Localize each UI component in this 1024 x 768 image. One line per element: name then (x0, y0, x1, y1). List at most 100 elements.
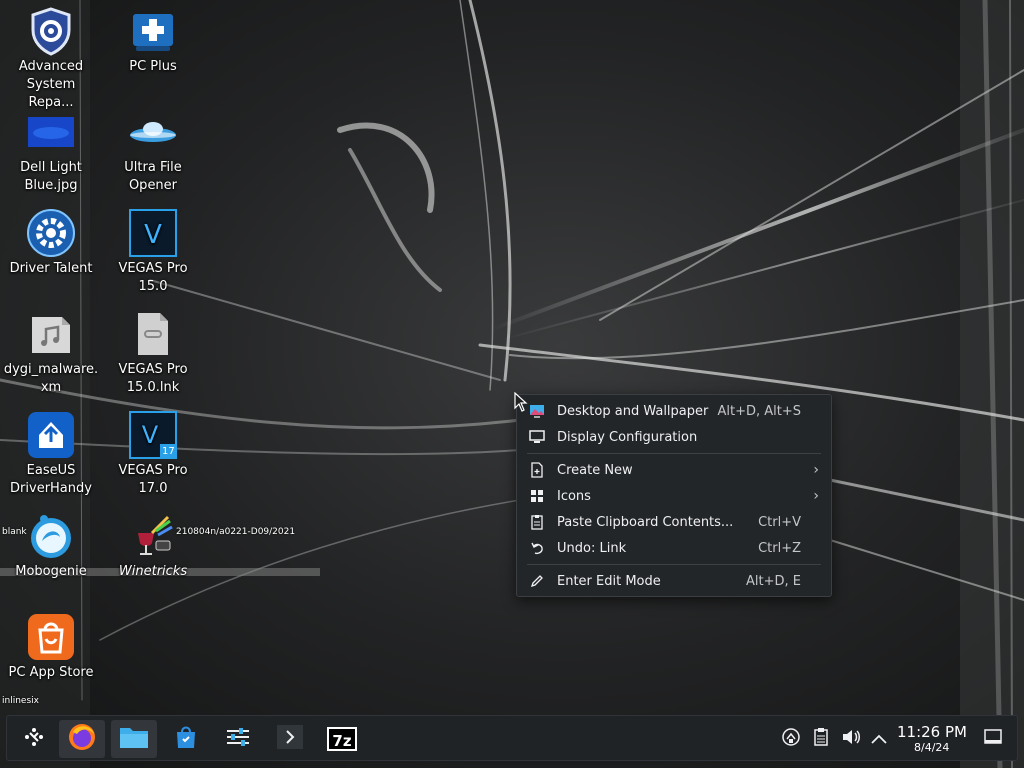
desktop-icon-pc-app-store[interactable]: PC App Store (1, 612, 101, 682)
desktop-icon-label: VEGAS Pro 15.0 (118, 261, 188, 294)
menu-item-label: Enter Edit Mode (557, 573, 661, 589)
desktop-icon-label: Dell Light Blue.jpg (20, 160, 82, 193)
show-desktop-button[interactable] (983, 729, 1003, 749)
new-document-icon (529, 462, 545, 478)
audio-file-icon (26, 309, 76, 359)
menu-item-desktop-and-wallpaper[interactable]: Desktop and Wallpaper Alt+D, Alt+S (521, 398, 827, 424)
menu-item-enter-edit-mode[interactable]: Enter Edit Mode Alt+D, E (521, 568, 827, 594)
taskbar-discover[interactable] (163, 720, 209, 758)
clock-date[interactable]: 8/4/24 (914, 741, 949, 754)
desktop-icon-vegas-pro-15-lnk[interactable]: VEGAS Pro 15.0.lnk (103, 309, 203, 397)
menu-item-label: Icons (557, 488, 591, 504)
stray-text-blank: blank (2, 527, 27, 537)
desktop-icon-pc-plus[interactable]: PC Plus (103, 6, 203, 76)
menu-item-shortcut: Ctrl+Z (758, 540, 801, 556)
vegas-icon: V (128, 208, 178, 258)
mouse-cursor-icon (514, 392, 528, 412)
taskbar-panel: 7z 11:26 PM 8/4/24 (6, 715, 1018, 761)
desktop-icon-label: VEGAS Pro 17.0 (118, 463, 188, 496)
desktop-icon-label: Mobogenie (15, 564, 87, 579)
menu-item-shortcut: Alt+D, Alt+S (717, 403, 801, 419)
link-file-icon (128, 309, 178, 359)
desktop-icon-vegas-pro-17[interactable]: V 17 VEGAS Pro 17.0 (103, 410, 203, 498)
wallpaper-icon (529, 403, 545, 419)
desktop-icon-label: PC App Store (8, 665, 94, 680)
folder-icon (119, 725, 149, 753)
desktop-icon-label: dygi_malware.xm (3, 362, 99, 395)
menu-item-label: Desktop and Wallpaper (557, 403, 709, 419)
menu-item-icons[interactable]: Icons › (521, 483, 827, 509)
sliders-icon (225, 726, 251, 752)
stray-text-winetricks-path: 210804n/a0221-D09/2021 (176, 527, 296, 537)
desktop-icon-ultra-file-opener[interactable]: Ultra File Opener (103, 107, 203, 195)
image-file-icon (26, 107, 76, 157)
desktop-icon-label: Advanced System Repa... (18, 59, 84, 110)
pencil-icon (529, 573, 545, 589)
menu-item-label: Display Configuration (557, 429, 698, 445)
svg-text:V: V (142, 421, 159, 449)
desktop-icon-easeus-driverhandy[interactable]: EaseUS DriverHandy (1, 410, 101, 498)
tray-volume[interactable] (841, 729, 861, 749)
desktop-icon-winetricks[interactable]: Winetricks (103, 511, 203, 581)
menu-item-shortcut: Ctrl+V (758, 514, 801, 530)
clipboard-icon (529, 514, 545, 530)
menu-item-shortcut: Alt+D, E (746, 573, 801, 589)
desktop-icon-label: Driver Talent (9, 261, 93, 276)
gear-icon (26, 208, 76, 258)
submenu-arrow-icon: › (813, 462, 819, 478)
menu-item-label: Create New (557, 462, 633, 478)
desktop-icon-label: PC Plus (129, 59, 177, 74)
desktop-icon-dygi-malware[interactable]: dygi_malware.xm (1, 309, 101, 397)
chevron-right-icon (276, 724, 304, 754)
shield-gear-icon (26, 6, 76, 56)
shopping-bag-icon (26, 612, 76, 662)
menu-item-display-configuration[interactable]: Display Configuration (521, 424, 827, 450)
tray-expand[interactable] (869, 729, 889, 749)
chevron-up-icon (870, 730, 888, 749)
volume-icon (841, 728, 861, 750)
winetricks-icon (128, 511, 178, 561)
firefox-icon (67, 722, 97, 756)
vegas17-icon: V 17 (128, 410, 178, 460)
desktop-icon-dell-light-blue[interactable]: Dell Light Blue.jpg (1, 107, 101, 195)
menu-separator (527, 453, 821, 454)
desktop-context-menu: Desktop and Wallpaper Alt+D, Alt+S Displ… (516, 394, 832, 597)
taskbar-7zip[interactable]: 7z (319, 720, 365, 758)
pc-plus-icon (128, 6, 178, 56)
clock-time[interactable]: 11:26 PM (897, 723, 967, 741)
desktop-icon-vegas-pro-15[interactable]: V VEGAS Pro 15.0 (103, 208, 203, 296)
display-icon (529, 429, 545, 445)
desktop-icon-advanced-system-repair[interactable]: Advanced System Repa... (1, 6, 101, 112)
store-bag-icon (173, 724, 199, 754)
menu-item-undo-link[interactable]: Undo: Link Ctrl+Z (521, 535, 827, 561)
menu-separator (527, 564, 821, 565)
submenu-arrow-icon: › (813, 488, 819, 504)
stray-text-inlinesix: inlinesix (2, 696, 39, 706)
desktop-icon-label: VEGAS Pro 15.0.lnk (118, 362, 188, 395)
taskbar-system-settings[interactable] (215, 720, 261, 758)
show-desktop-icon (984, 729, 1002, 749)
easeus-icon (26, 410, 76, 460)
menu-item-create-new[interactable]: Create New › (521, 457, 827, 483)
menu-item-paste-clipboard-contents[interactable]: Paste Clipboard Contents... Ctrl+V (521, 509, 827, 535)
taskbar-firefox[interactable] (59, 720, 105, 758)
desktop-icon-driver-talent[interactable]: Driver Talent (1, 208, 101, 278)
vegas17-badge: 17 (162, 446, 175, 457)
taskbar-file-manager[interactable] (111, 720, 157, 758)
desktop-icon-mobogenie[interactable]: Mobogenie (1, 511, 101, 581)
tray-clipboard[interactable] (811, 728, 831, 750)
grid-icon (529, 488, 545, 504)
mobogenie-icon (26, 511, 76, 561)
taskbar-application-launcher[interactable] (11, 720, 57, 758)
desktop-icon-label: EaseUS DriverHandy (10, 463, 92, 496)
desktop-icon-label: Winetricks (118, 564, 188, 579)
clipboard-icon (814, 728, 828, 750)
menu-item-label: Paste Clipboard Contents... (557, 514, 734, 530)
launcher-icon (22, 725, 46, 753)
svg-text:V: V (144, 220, 162, 250)
taskbar-terminal[interactable] (267, 720, 313, 758)
7zip-icon: 7z (327, 727, 357, 751)
tray-network[interactable] (781, 728, 801, 749)
desktop-icon-label: Ultra File Opener (124, 160, 182, 193)
menu-item-label: Undo: Link (557, 540, 627, 556)
